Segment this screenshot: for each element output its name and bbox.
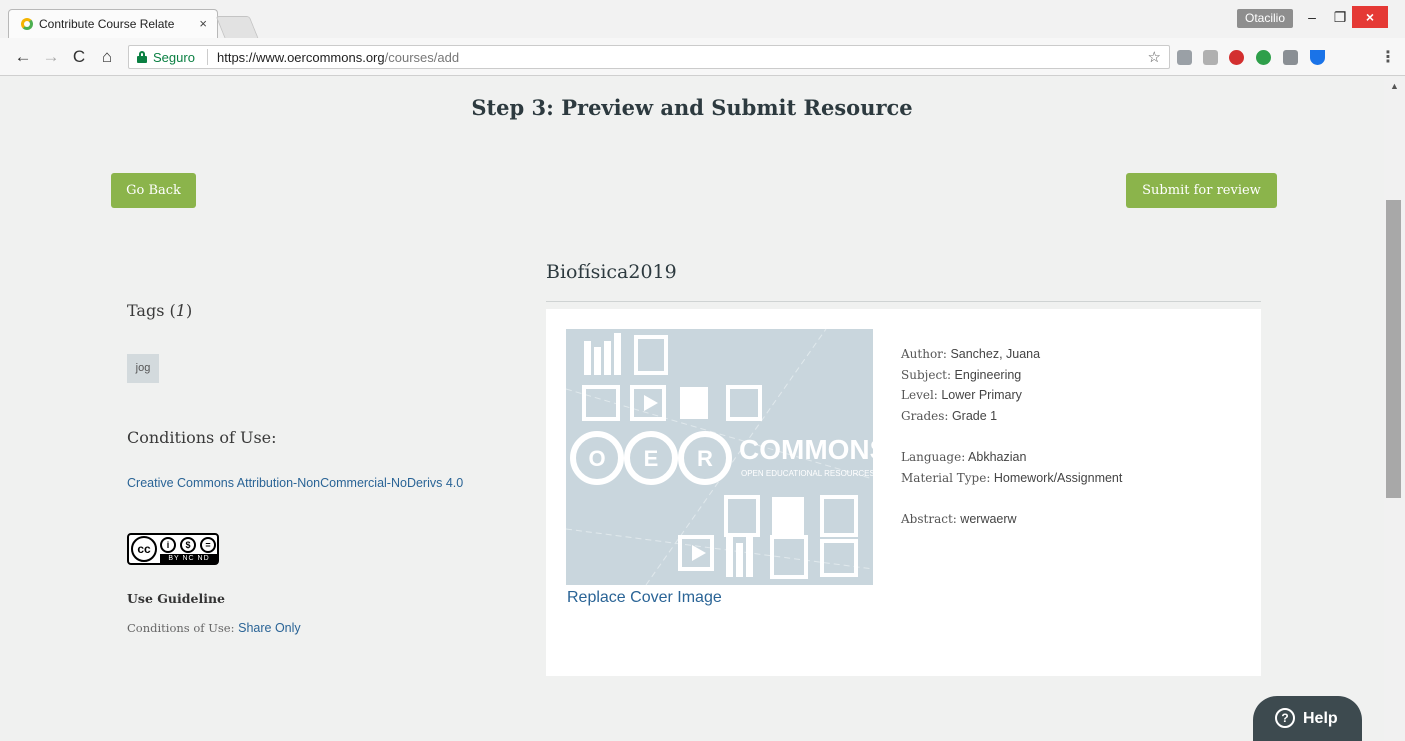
download-extension-icon[interactable] [1310, 50, 1325, 65]
subject-line: Subject: Engineering [901, 367, 1022, 382]
nc-icon: $ [180, 537, 196, 553]
browser-titlebar: Contribute Course Relate × Otacilio – ❐ … [0, 0, 1405, 38]
browser-toolbar: ← → C ⌂ Seguro https://www.oercommons.or… [0, 38, 1405, 76]
scrollbar-thumb[interactable] [1386, 200, 1401, 498]
browser-tab[interactable]: Contribute Course Relate × [8, 9, 218, 38]
resource-metadata: Author: Sanchez, Juana Subject: Engineer… [901, 344, 1241, 530]
tag-chip[interactable]: jog [127, 354, 159, 383]
help-button[interactable]: ? Help [1253, 696, 1362, 741]
url-host: https://www.oercommons.org [217, 50, 385, 65]
material-type-value: Homework/Assignment [993, 470, 1123, 485]
cover-image: O E R COMMONS OPEN EDUCATIONAL RESOURCES [566, 329, 873, 585]
forward-arrow-icon[interactable]: → [40, 47, 62, 67]
level-value: Lower Primary [941, 388, 1022, 402]
abstract-value: werwaerw [960, 512, 1017, 526]
tab-close-icon[interactable]: × [199, 16, 207, 31]
subject-value: Engineering [954, 367, 1022, 382]
submit-for-review-button[interactable]: Submit for review [1126, 173, 1277, 208]
browser-menu-icon[interactable]: ⋮ [1380, 47, 1396, 67]
grammarly-extension-icon[interactable] [1256, 50, 1271, 65]
tags-heading: Tags (1) [127, 301, 193, 320]
page-title: Step 3: Preview and Submit Resource [471, 95, 913, 120]
conditions-heading: Conditions of Use: [127, 428, 277, 447]
oer-favicon-icon [21, 18, 33, 30]
nd-icon: = [200, 537, 216, 553]
license-badge-text: BY NC ND [160, 554, 218, 563]
grades-line: Grades: Grade 1 [901, 408, 998, 423]
replace-cover-image-link[interactable]: Replace Cover Image [567, 589, 722, 607]
go-back-button[interactable]: Go Back [111, 173, 196, 208]
home-icon[interactable]: ⌂ [96, 47, 118, 67]
address-bar[interactable]: Seguro https://www.oercommons.org/course… [128, 45, 1170, 69]
back-arrow-icon[interactable]: ← [12, 47, 34, 67]
level-line: Level: Lower Primary [901, 388, 1022, 402]
language-line: Language: Abkhazian [901, 450, 1027, 464]
abstract-line: Abstract: werwaerw [901, 512, 1017, 526]
resource-title: Biofísica2019 [546, 261, 677, 283]
conditions-of-use-line: Conditions of Use: Share Only [127, 621, 301, 635]
author-value: Sanchez, Juana [950, 347, 1041, 361]
tags-count: 1 [175, 301, 186, 320]
reload-icon[interactable]: C [68, 47, 90, 67]
cover-letter-o: O [588, 446, 605, 471]
tab-title: Contribute Course Relate [39, 17, 175, 31]
url-text[interactable]: https://www.oercommons.org/courses/add [217, 50, 459, 65]
cover-letter-e: E [644, 446, 659, 471]
profile-button[interactable]: Otacilio [1237, 9, 1293, 28]
pdf-extension-icon[interactable] [1203, 50, 1218, 65]
address-separator [207, 49, 208, 65]
adblock-extension-icon[interactable] [1229, 50, 1244, 65]
by-icon: i [160, 537, 176, 553]
license-link[interactable]: Creative Commons Attribution-NonCommerci… [127, 474, 507, 492]
page-content: Step 3: Preview and Submit Resource Go B… [0, 77, 1384, 741]
page-scrollbar[interactable]: ▲ [1384, 77, 1405, 740]
restore-button[interactable]: ❐ [1325, 6, 1355, 28]
new-tab-button[interactable] [215, 16, 259, 38]
cover-letter-r: R [697, 446, 713, 471]
bookmark-star-icon[interactable]: ☆ [1148, 48, 1161, 66]
grades-value: Grade 1 [951, 408, 998, 423]
help-question-icon: ? [1275, 708, 1295, 728]
use-guideline-heading: Use Guideline [127, 591, 225, 606]
close-window-button[interactable]: × [1352, 6, 1388, 28]
cover-logo-text: COMMONS [739, 434, 873, 465]
help-label: Help [1303, 710, 1338, 727]
cc-logo-icon: cc [131, 536, 157, 562]
title-divider [546, 301, 1261, 302]
lock-icon [137, 51, 147, 63]
resource-card: O E R COMMONS OPEN EDUCATIONAL RESOURCES [546, 309, 1261, 676]
author-line: Author: Sanchez, Juana [901, 347, 1041, 361]
skype-extension-icon[interactable] [1177, 50, 1192, 65]
reader-extension-icon[interactable] [1283, 50, 1298, 65]
share-only-link[interactable]: Share Only [238, 621, 301, 635]
url-path: /courses/add [384, 50, 460, 65]
secure-label: Seguro [153, 50, 195, 65]
oer-commons-cover-icon: O E R COMMONS OPEN EDUCATIONAL RESOURCES [566, 329, 873, 585]
minimize-button[interactable]: – [1297, 6, 1327, 28]
scroll-up-arrow-icon[interactable]: ▲ [1390, 81, 1399, 91]
cc-license-badge[interactable]: cc i $ = BY NC ND [127, 533, 219, 565]
cover-logo-sub: OPEN EDUCATIONAL RESOURCES [741, 469, 873, 478]
material-type-line: Material Type: Homework/Assignment [901, 470, 1123, 485]
language-value: Abkhazian [968, 450, 1027, 464]
